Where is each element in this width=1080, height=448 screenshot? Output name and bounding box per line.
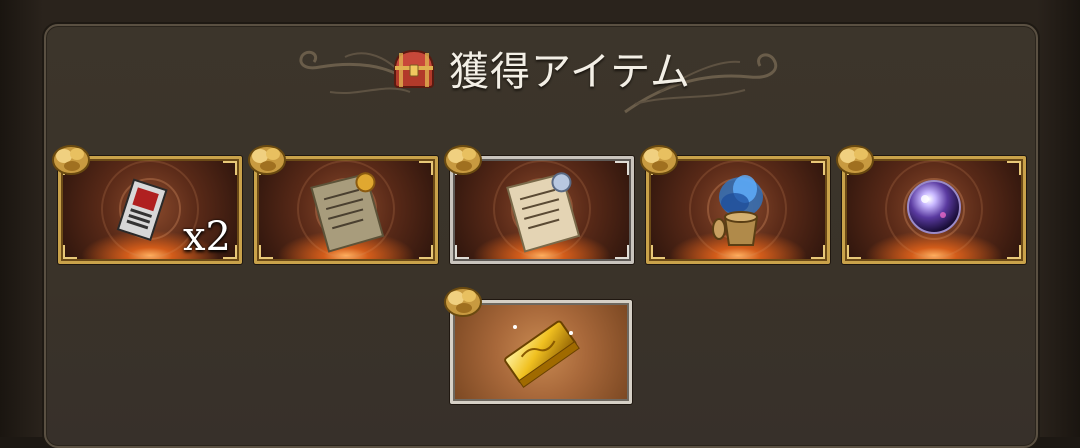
frame-corner (63, 245, 77, 259)
gold-ore-badge-icon (640, 145, 678, 175)
panel-header: 獲得アイテム (290, 32, 790, 114)
frame-corner (455, 245, 469, 259)
frame-corner (419, 245, 433, 259)
gold-ore-badge-icon (444, 145, 482, 175)
frame-corner (651, 245, 665, 259)
frame-corner (811, 245, 825, 259)
frame-corner (847, 245, 861, 259)
frame-corner (223, 161, 237, 175)
frame-corner (811, 161, 825, 175)
gold-ore-badge-icon (444, 287, 482, 317)
panel-title: 獲得アイテム (449, 49, 691, 95)
frame-corner (1007, 245, 1021, 259)
frame-corner (259, 245, 273, 259)
gold-ore-badge-icon (248, 145, 286, 175)
frame-corner (615, 161, 629, 175)
gold-ore-badge-icon (52, 145, 90, 175)
frame-corner (615, 245, 629, 259)
frame-corner (419, 161, 433, 175)
item-quantity: x2 (182, 214, 231, 260)
treasure-chest-icon (393, 49, 435, 88)
gold-ore-badge-icon (836, 145, 874, 175)
frame-corner (1007, 161, 1021, 175)
